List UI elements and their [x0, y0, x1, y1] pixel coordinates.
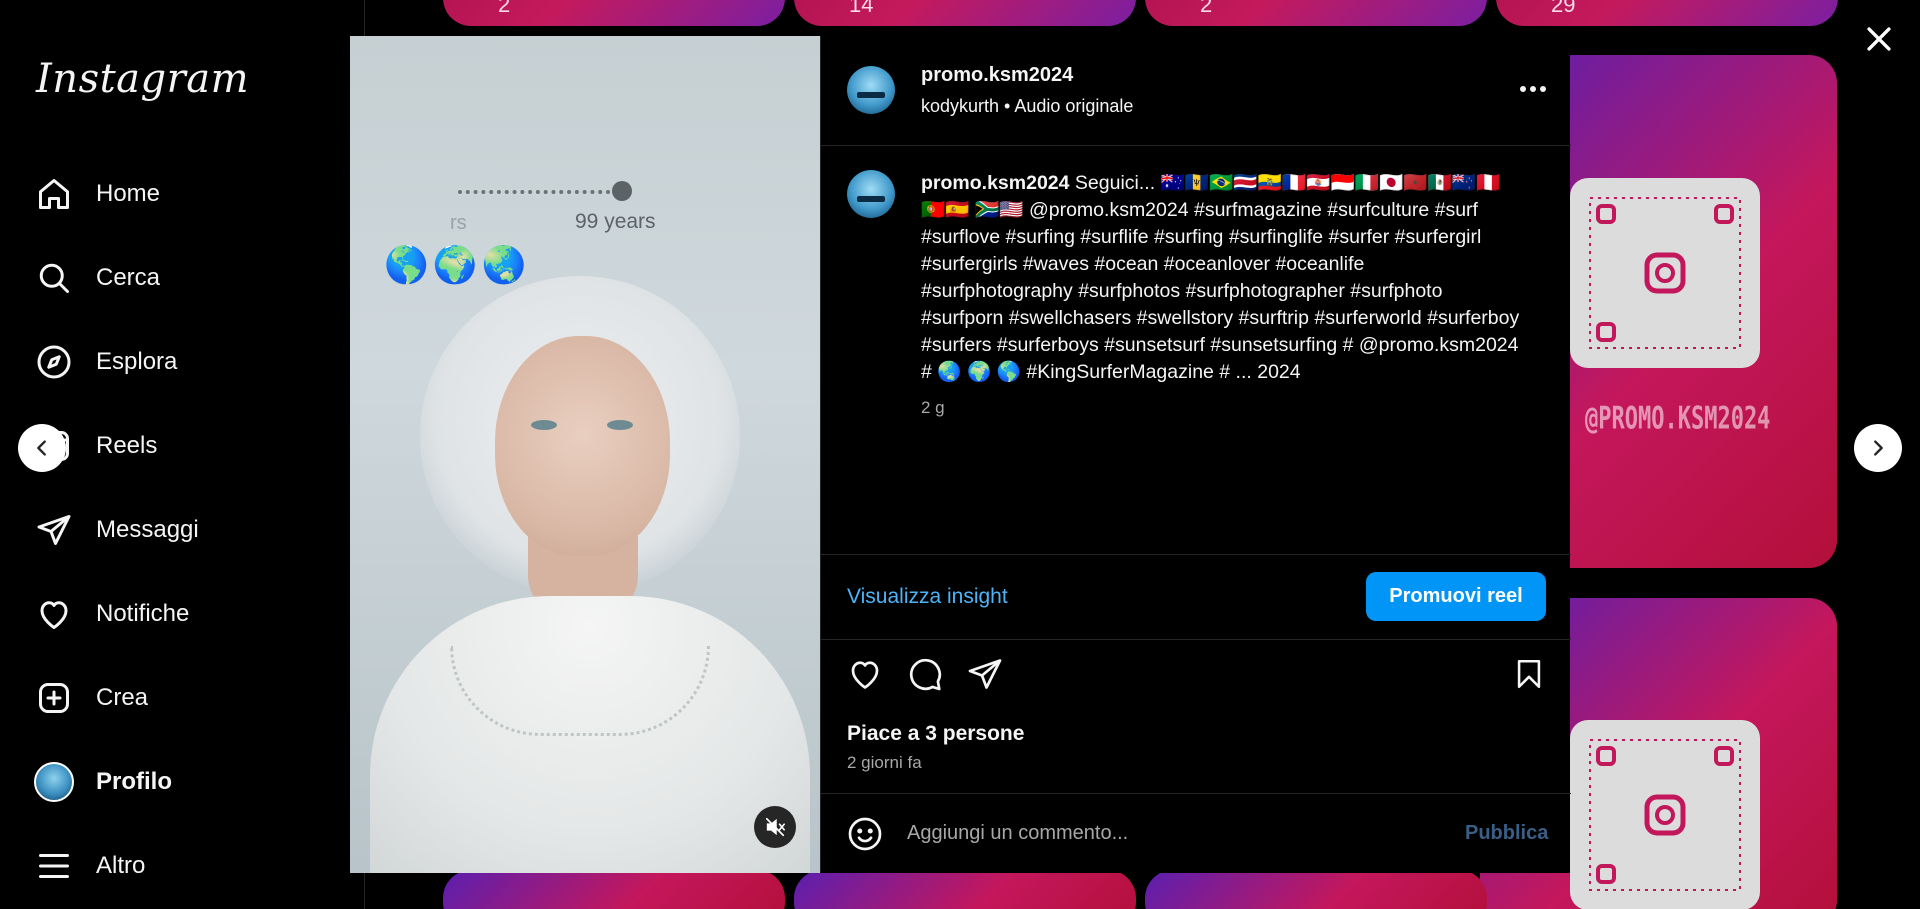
qr-code-card [1570, 178, 1760, 368]
more-options-button[interactable] [1513, 74, 1553, 104]
sidebar-item-label: Notifiche [96, 600, 190, 627]
grid-post-tile[interactable]: 14 [794, 0, 1136, 26]
sidebar-item-label: Altro [96, 852, 146, 879]
sidebar-item-label: Profilo [96, 768, 172, 795]
qr-handle-text: @PROMO.KSM2024 [1585, 402, 1771, 437]
heart-icon [34, 594, 74, 634]
previous-post-button[interactable] [18, 424, 66, 472]
emoji-picker-button[interactable] [847, 816, 883, 852]
avatar[interactable] [847, 66, 895, 114]
qr-code-card [1570, 720, 1760, 909]
comment-input[interactable] [907, 812, 1447, 854]
insights-row: Visualizza insight Promuovi reel [821, 554, 1571, 640]
post-date: 2 giorni fa [847, 753, 922, 772]
plus-square-icon [34, 678, 74, 718]
sidebar-item-messages[interactable]: Messaggi [34, 502, 334, 558]
grid-post-tile[interactable]: 2 [1145, 0, 1487, 26]
share-button[interactable] [965, 654, 1005, 694]
home-icon [34, 174, 74, 214]
sidebar-item-more[interactable]: Altro [34, 838, 334, 894]
search-icon [34, 258, 74, 298]
post-caption: promo.ksm2024 Seguici... 🇦🇺🇧🇧🇧🇷🇨🇷🇪🇨🇫🇷🇵🇫🇮… [921, 170, 1521, 386]
avatar[interactable] [847, 170, 895, 218]
reel-video[interactable]: rs 99 years 🌎🌍🌏 [350, 36, 820, 873]
heart-icon [851, 661, 879, 689]
age-label-faded: rs [450, 212, 467, 234]
caption-text: Seguici... 🇦🇺🇧🇧🇧🇷🇨🇷🇪🇨🇫🇷🇵🇫🇮🇩🇮🇹🇯🇵🇲🇦🇲🇽🇳🇿🇵🇪🇵… [921, 172, 1520, 383]
post-actions-bar [821, 640, 1571, 700]
bookmark-icon [1517, 659, 1541, 689]
sidebar-item-label: Home [96, 180, 161, 207]
comment-composer: Pubblica [821, 793, 1571, 873]
chevron-left-icon [37, 440, 46, 456]
close-icon [1867, 27, 1891, 51]
post-header: promo.ksm2024 kodykurth • Audio original… [821, 36, 1571, 146]
view-insights-link[interactable]: Visualizza insight [847, 585, 1008, 609]
comment-icon [909, 658, 942, 691]
sidebar-item-label: Messaggi [96, 516, 199, 543]
caption-timestamp: 2 g [921, 398, 945, 417]
compass-icon [34, 342, 74, 382]
comment-button[interactable] [905, 654, 945, 694]
post-audio-info[interactable]: kodykurth • Audio originale [921, 96, 1133, 117]
sidebar-item-explore[interactable]: Esplora [34, 334, 334, 390]
post-view-count: 14 [849, 0, 874, 17]
sidebar-item-reels[interactable]: Reels [34, 418, 334, 474]
caption-username[interactable]: promo.ksm2024 [921, 172, 1070, 194]
grid-post-tile[interactable]: 2 [443, 0, 785, 26]
sidebar-item-search[interactable]: Cerca [34, 250, 334, 306]
portrait-eye [607, 420, 633, 430]
chevron-right-icon [1874, 440, 1883, 456]
age-label: 99 years [575, 210, 656, 233]
send-icon [968, 659, 1002, 689]
mute-button[interactable] [754, 806, 796, 848]
age-slider-knob [612, 181, 632, 201]
smiley-icon [848, 817, 882, 851]
post-username[interactable]: promo.ksm2024 [921, 64, 1073, 87]
portrait-eye [531, 420, 557, 430]
sidebar-item-label: Crea [96, 684, 149, 711]
post-view-count: 2 [498, 0, 511, 17]
age-slider-track [458, 190, 618, 194]
avatar [34, 762, 74, 802]
publish-comment-button[interactable]: Pubblica [1465, 822, 1548, 845]
post-view-count: 2 [1200, 0, 1213, 17]
save-button[interactable] [1509, 654, 1549, 694]
post-view-count: 29 [1551, 0, 1576, 17]
sidebar-item-label: Reels [96, 432, 158, 459]
grid-post-tile[interactable] [794, 870, 1136, 909]
post-details-panel: promo.ksm2024 kodykurth • Audio original… [820, 36, 1571, 873]
close-button[interactable] [1862, 22, 1896, 56]
portrait-face [495, 336, 670, 556]
menu-icon [34, 846, 74, 886]
sidebar-item-profile[interactable]: Profilo [34, 754, 334, 810]
sidebar-item-label: Cerca [96, 264, 161, 291]
sidebar-item-notifications[interactable]: Notifiche [34, 586, 334, 642]
instagram-logo[interactable]: Instagram [36, 56, 249, 102]
likes-count[interactable]: Piace a 3 persone [847, 722, 1024, 746]
grid-post-tile[interactable]: 29 [1496, 0, 1838, 26]
sidebar-item-create[interactable]: Crea [34, 670, 334, 726]
grid-post-tile[interactable] [443, 870, 785, 909]
speaker-muted-icon [765, 817, 785, 837]
grid-post-tile[interactable] [1145, 870, 1487, 909]
like-button[interactable] [845, 654, 885, 694]
next-post-button[interactable] [1854, 424, 1902, 472]
globe-emojis: 🌎🌍🌏 [384, 244, 531, 285]
send-icon [34, 510, 74, 550]
profile-avatar [34, 762, 74, 802]
post-modal: rs 99 years 🌎🌍🌏 promo.ksm2024 kodykurth … [350, 36, 1571, 873]
sidebar-item-label: Esplora [96, 348, 178, 375]
sidebar-item-home[interactable]: Home [34, 166, 334, 222]
promote-reel-button[interactable]: Promuovi reel [1366, 572, 1546, 621]
instagram-qr-icon [1589, 197, 1741, 349]
instagram-qr-icon [1589, 739, 1741, 891]
ellipsis-icon [1520, 86, 1546, 92]
